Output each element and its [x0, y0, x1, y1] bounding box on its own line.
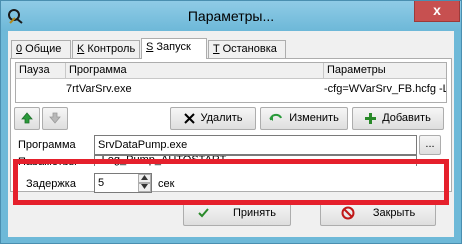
edit-button[interactable]: Изменить: [260, 107, 348, 130]
close-button-label: Закрыть: [372, 207, 416, 219]
add-button[interactable]: Добавить: [352, 107, 444, 130]
programs-table[interactable]: Пауза Программа Параметры 7rtVarSrv.exe …: [15, 62, 447, 103]
params-label: Параметры: [18, 156, 77, 165]
tab-stop[interactable]: T Остановка: [208, 40, 286, 58]
browse-button[interactable]: ...: [419, 135, 441, 155]
window-title: Параметры...: [187, 8, 275, 24]
accept-button[interactable]: Принять: [183, 201, 291, 226]
arrow-down-icon: [49, 112, 61, 124]
column-header-params: Параметры: [324, 63, 446, 79]
program-input[interactable]: SrvDataPump.exe: [94, 135, 417, 155]
move-down-button[interactable]: [42, 107, 68, 130]
tab-control[interactable]: K Контроль: [72, 40, 140, 58]
arrow-up-icon: [21, 112, 33, 124]
delay-increase-button[interactable]: [138, 174, 151, 183]
edit-button-label: Изменить: [289, 112, 339, 124]
delete-button[interactable]: Удалить: [170, 107, 256, 130]
spin-down-icon: [141, 184, 148, 189]
edit-icon: [269, 113, 283, 122]
cell-program: 7rtVarSrv.exe: [66, 83, 132, 95]
tab-launch[interactable]: S Запуск: [141, 38, 207, 59]
delay-unit: сек: [158, 178, 175, 190]
close-window-button[interactable]: x: [414, 1, 460, 22]
cell-params: -cfg=WVarSrv_FB.hcfg -LO: [324, 83, 447, 95]
delay-decrease-button[interactable]: [138, 183, 151, 192]
delete-x-icon: [183, 112, 195, 124]
stop-icon: [341, 206, 355, 220]
table-header: Пауза Программа Параметры: [16, 63, 446, 79]
tab-label: Общие: [22, 43, 62, 55]
tab-general[interactable]: 0 Общие: [11, 40, 71, 58]
delete-button-label: Удалить: [200, 112, 243, 124]
checkmark-icon: [198, 208, 209, 218]
tab-label: Контроль: [84, 43, 136, 55]
cell-pause: [18, 80, 64, 98]
plus-icon: [365, 112, 377, 124]
delay-label: Задержка: [26, 178, 76, 190]
title-bar[interactable]: Параметры... x: [1, 1, 461, 31]
add-button-label: Добавить: [382, 112, 431, 124]
program-label: Программа: [18, 139, 76, 151]
tab-label: Запуск: [153, 41, 191, 53]
column-header-program: Программа: [66, 63, 324, 79]
parameters-dialog: Параметры... x 0 Общие K Контроль S Запу…: [0, 0, 462, 244]
move-up-button[interactable]: [14, 107, 40, 130]
table-row[interactable]: 7rtVarSrv.exe -cfg=WVarSrv_FB.hcfg -LO: [16, 80, 446, 98]
dialog-body: 0 Общие K Контроль S Запуск T Остановка …: [8, 31, 454, 237]
params-input[interactable]: -Log_Pump_AUTOSTART: [94, 155, 417, 166]
launch-tab-panel: Пауза Программа Параметры 7rtVarSrv.exe …: [10, 58, 452, 193]
accept-button-label: Принять: [233, 207, 276, 219]
column-header-pause: Пауза: [16, 63, 66, 79]
spin-up-icon: [141, 175, 148, 180]
tab-label: Остановка: [219, 43, 277, 55]
cancel-close-button[interactable]: Закрыть: [320, 201, 436, 226]
